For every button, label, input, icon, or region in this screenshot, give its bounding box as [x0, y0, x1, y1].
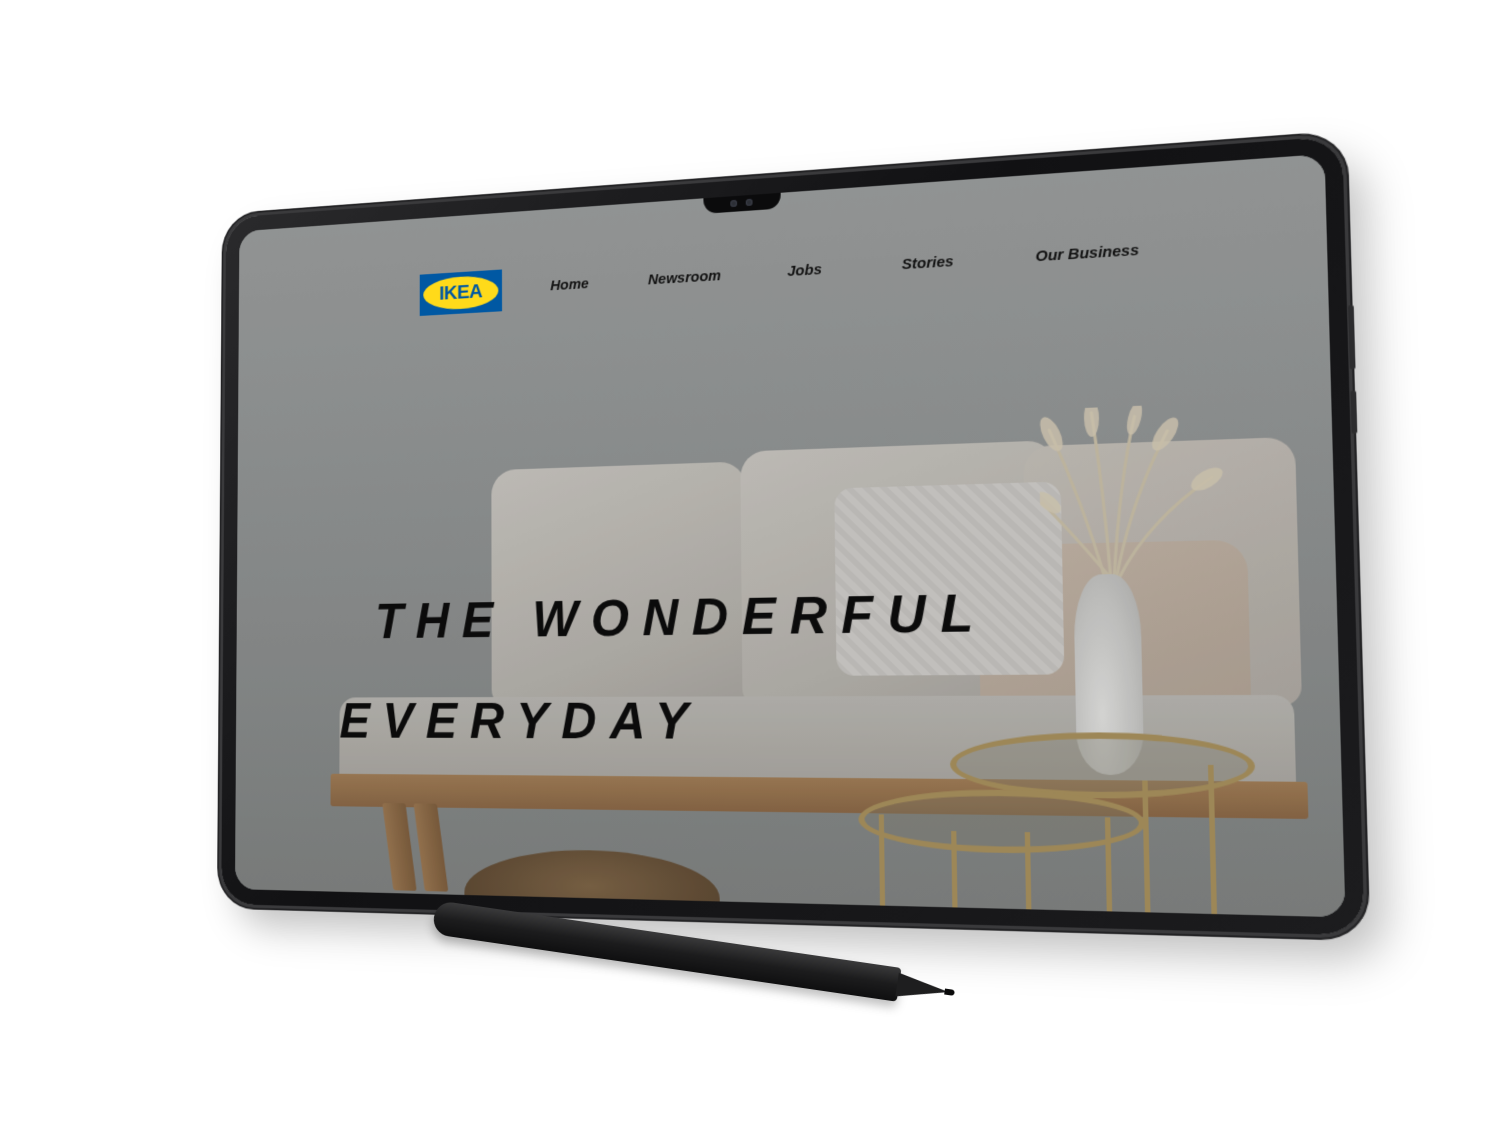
stylus-tip	[895, 972, 951, 1004]
nav-item-our-business[interactable]: Our Business	[1035, 242, 1139, 266]
stylus-nib	[944, 988, 955, 996]
hero-line-1: THE WONDERFUL	[374, 583, 989, 650]
camera-sensor-icon	[745, 198, 753, 207]
ikea-logo-icon[interactable]: IKEA	[419, 269, 503, 316]
camera-icon	[730, 199, 738, 208]
nav-item-jobs[interactable]: Jobs	[787, 261, 822, 280]
device-mockup-scene: IKEA Home Newsroom Jobs Stories Our Busi…	[0, 0, 1500, 1125]
nav-item-home[interactable]: Home	[550, 276, 589, 295]
volume-button	[1348, 305, 1356, 370]
power-button	[1350, 390, 1358, 434]
nav-item-newsroom[interactable]: Newsroom	[648, 267, 721, 288]
hero-headline: THE WONDERFUL EVERYDAY	[339, 583, 990, 751]
logo-oval: IKEA	[423, 274, 499, 312]
logo-text: IKEA	[439, 280, 483, 305]
tablet-screen: IKEA Home Newsroom Jobs Stories Our Busi…	[234, 153, 1346, 918]
hero-line-2: EVERYDAY	[339, 692, 703, 751]
nav-item-stories[interactable]: Stories	[902, 253, 954, 273]
tablet-device: IKEA Home Newsroom Jobs Stories Our Busi…	[221, 135, 1365, 936]
